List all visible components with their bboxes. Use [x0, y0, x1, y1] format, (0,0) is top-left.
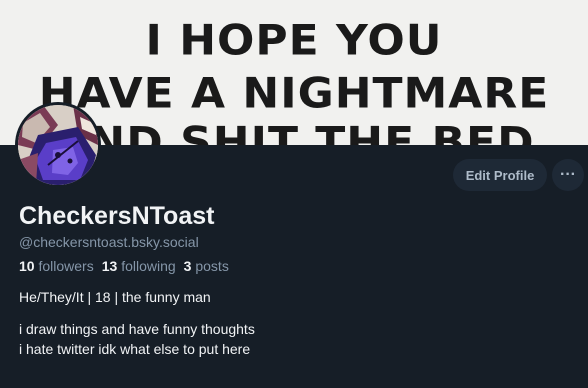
posts-count: 3 — [183, 258, 192, 274]
display-name: CheckersNToast — [19, 202, 215, 230]
followers-label: followers — [38, 258, 94, 274]
bio-line: i draw things and have funny thoughts — [19, 321, 255, 337]
more-horizontal-icon: ··· — [560, 166, 576, 183]
bio-line: He/They/It | 18 | the funny man — [19, 289, 211, 305]
edit-profile-button[interactable]: Edit Profile — [453, 159, 547, 191]
profile-stats: 10 followers 13 following 3 posts — [19, 258, 229, 274]
posts-stat: 3 posts — [184, 258, 229, 274]
profile-bio: He/They/It | 18 | the funny man i draw t… — [19, 287, 255, 359]
following-count: 13 — [101, 258, 118, 274]
posts-label: posts — [195, 258, 229, 274]
avatar[interactable] — [15, 102, 101, 188]
avatar-image — [18, 105, 98, 185]
profile-handle: @checkersntoast.bsky.social — [19, 234, 199, 250]
banner-text-line: I HOPE YOU — [145, 16, 443, 65]
following-label: following — [121, 258, 176, 274]
followers-count: 10 — [19, 258, 35, 274]
banner-text-line: ▬▬ — [0, 0, 588, 9]
more-options-button[interactable]: ··· — [552, 159, 584, 191]
following-link[interactable]: 13 following — [102, 258, 176, 274]
banner-text-line: HAVE A NIGHTMARE — [38, 69, 550, 118]
followers-link[interactable]: 10 followers — [19, 258, 94, 274]
bio-line: i hate twitter idk what else to put here — [19, 341, 251, 357]
